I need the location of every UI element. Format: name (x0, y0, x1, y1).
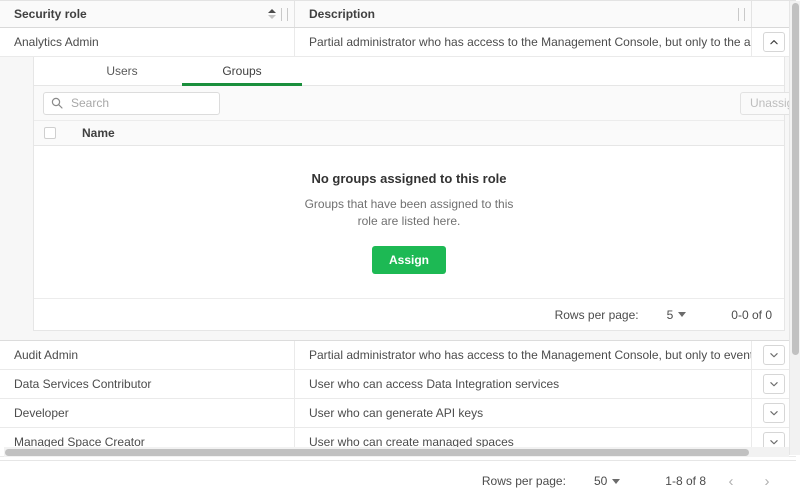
select-all-checkbox[interactable] (44, 127, 56, 139)
table-row[interactable]: Audit Admin Partial administrator who ha… (0, 341, 796, 370)
table-row[interactable]: Data Services Contributor User who can a… (0, 370, 796, 399)
cell-description: Partial administrator who has access to … (295, 28, 752, 56)
column-header-label: Security role (14, 7, 87, 21)
chevron-down-icon (770, 381, 778, 387)
chevron-down-icon (678, 312, 686, 317)
cell-security-role: Developer (0, 399, 295, 427)
chevron-up-icon (770, 39, 778, 45)
empty-state-title: No groups assigned to this role (311, 171, 506, 186)
row-collapse-button[interactable] (763, 32, 785, 52)
next-page-button[interactable]: › (756, 470, 778, 492)
column-resize-handle[interactable] (281, 8, 288, 21)
rows-per-page-label: Rows per page: (482, 474, 566, 488)
column-header-tools (268, 1, 288, 27)
detail-gutter (0, 57, 33, 331)
cell-description: User who can generate API keys (295, 399, 752, 427)
row-expand-button[interactable] (763, 403, 785, 423)
range-label: 1-8 of 8 (665, 474, 706, 488)
security-roles-page: Security role Description Analytics Admi… (0, 0, 800, 501)
table-row[interactable]: Developer User who can generate API keys (0, 399, 796, 428)
detail-tabs: Users Groups (34, 57, 784, 86)
tab-users[interactable]: Users (62, 57, 182, 85)
row-expand-button[interactable] (763, 345, 785, 365)
empty-state-subtitle: Groups that have been assigned to this r… (299, 196, 519, 230)
chevron-down-icon (612, 479, 620, 484)
tab-label: Groups (222, 64, 261, 78)
column-header-description[interactable]: Description (295, 1, 752, 27)
search-icon (51, 97, 63, 109)
empty-state: No groups assigned to this role Groups t… (34, 146, 784, 298)
row-detail-region: Users Groups Unassign (0, 57, 796, 341)
sort-icon[interactable] (268, 9, 276, 19)
rows-per-page-select[interactable]: 50 (594, 474, 620, 488)
horizontal-scrollbar-thumb[interactable] (5, 449, 749, 456)
unassign-button[interactable]: Unassign (740, 92, 796, 115)
table-row[interactable]: Analytics Admin Partial administrator wh… (0, 28, 796, 57)
assign-button[interactable]: Assign (372, 246, 446, 274)
chevron-down-icon (770, 352, 778, 358)
vertical-scrollbar[interactable] (789, 1, 800, 455)
detail-range-label: 0-0 of 0 (731, 308, 772, 322)
chevron-down-icon (770, 410, 778, 416)
security-roles-table: Security role Description Analytics Admi… (0, 0, 796, 460)
table-header-row: Security role Description (0, 0, 796, 28)
column-header-label: Description (309, 7, 375, 21)
cell-description: User who can access Data Integration ser… (295, 370, 752, 398)
horizontal-scrollbar[interactable] (4, 447, 789, 457)
cell-security-role: Data Services Contributor (0, 370, 295, 398)
row-expand-button[interactable] (763, 374, 785, 394)
detail-pagination: Rows per page: 5 0-0 of 0 (34, 298, 784, 330)
tab-label: Users (106, 64, 137, 78)
cell-security-role: Analytics Admin (0, 28, 295, 56)
column-header-name: Name (82, 126, 115, 140)
vertical-scrollbar-thumb[interactable] (792, 3, 799, 355)
detail-rows-per-page-value: 5 (667, 308, 674, 322)
column-header-tools (738, 1, 745, 27)
detail-toolbar: Unassign (34, 86, 784, 121)
detail-table-header: Name (34, 121, 784, 146)
tab-groups[interactable]: Groups (182, 57, 302, 85)
table-pagination-footer: Rows per page: 50 1-8 of 8 ‹ › (0, 460, 796, 501)
previous-page-button[interactable]: ‹ (720, 470, 742, 492)
rows-per-page-value: 50 (594, 474, 607, 488)
column-resize-handle[interactable] (738, 8, 745, 21)
cell-description: Partial administrator who has access to … (295, 341, 752, 369)
detail-rows-per-page-label: Rows per page: (555, 308, 639, 322)
detail-rows-per-page-select[interactable]: 5 (667, 308, 687, 322)
column-header-security-role[interactable]: Security role (0, 1, 295, 27)
cell-security-role: Audit Admin (0, 341, 295, 369)
chevron-down-icon (770, 439, 778, 445)
search-input[interactable] (69, 95, 199, 111)
detail-card: Users Groups Unassign (33, 57, 785, 331)
search-box[interactable] (43, 92, 220, 115)
